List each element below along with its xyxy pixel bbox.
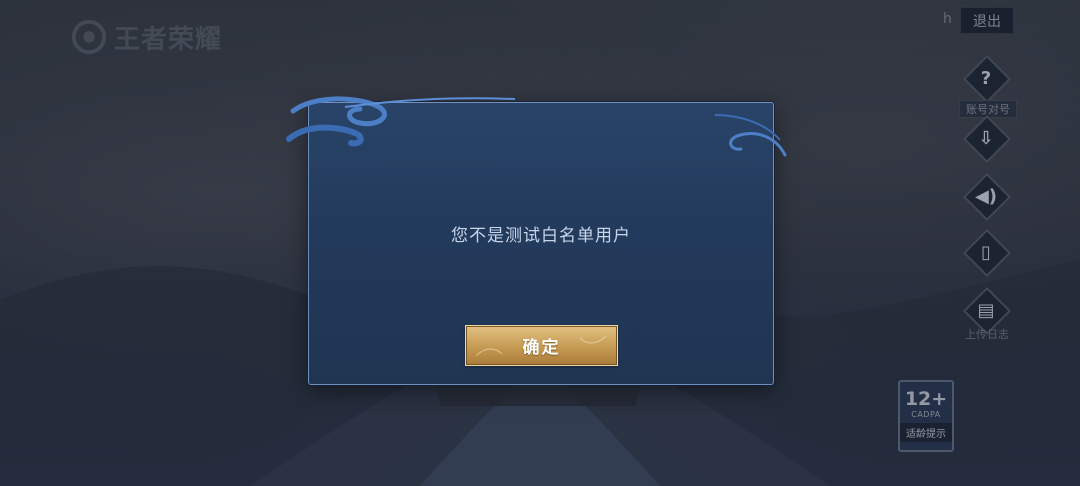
- download-icon: ⇩: [978, 127, 994, 149]
- clipboard-icon: ▤: [977, 299, 995, 321]
- dialog-message: 您不是测试白名单用户: [451, 226, 631, 246]
- alert-dialog: 您不是测试白名单用户 确定: [286, 96, 787, 385]
- device-icon: ▯: [981, 241, 991, 263]
- cloud-scroll-decoration: [286, 96, 787, 157]
- help-icon: ?: [980, 67, 992, 89]
- speaker-icon: ◀): [974, 185, 998, 207]
- confirm-button-label: 确定: [522, 338, 561, 358]
- confirm-button[interactable]: 确定: [465, 325, 618, 366]
- game-login-screen: 王者荣耀 h 退出 ? 账号对号 ⇩ ◀) ▯ ▤ 上传日志 12+ CADPA…: [0, 0, 1080, 486]
